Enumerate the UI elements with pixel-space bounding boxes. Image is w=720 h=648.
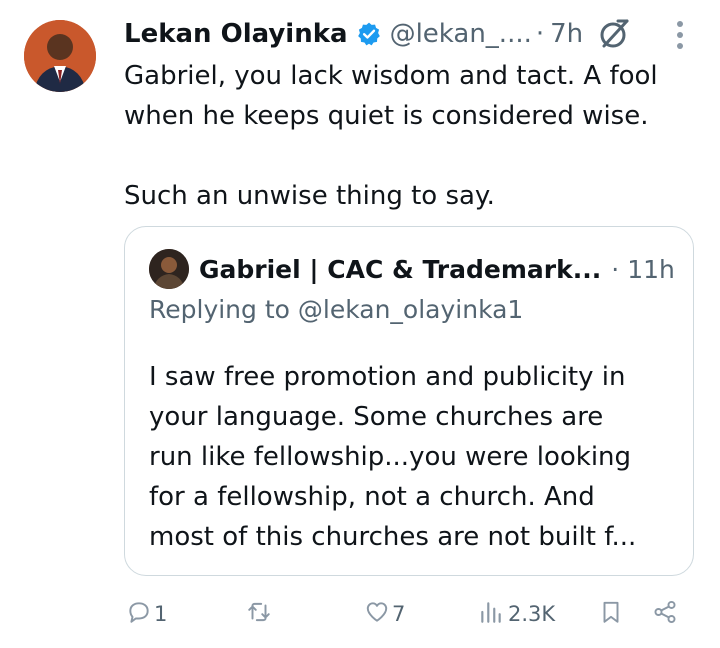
replying-to-label: Replying to @lekan_olayinka1 (149, 295, 524, 324)
reply-count: 1 (154, 602, 168, 626)
share-icon (652, 599, 678, 630)
quoted-author-avatar (149, 249, 189, 289)
grok-icon[interactable] (596, 16, 632, 52)
quoted-tweet-timestamp: 11h (627, 254, 675, 284)
tweet-timestamp[interactable]: 7h (550, 19, 583, 49)
tweet-text-line: when he keeps quiet is considered wise. (124, 101, 649, 131)
quoted-tweet-text: I saw free promotion and publicity in yo… (149, 357, 679, 557)
tweet-text-line: Gabriel, you lack wisdom and tact. A foo… (124, 61, 658, 91)
repost-button[interactable] (246, 594, 274, 634)
heart-icon (364, 599, 390, 630)
repost-icon (246, 599, 272, 630)
author-avatar[interactable] (24, 20, 96, 92)
reply-button[interactable]: 1 (126, 594, 167, 634)
tweet-header: Lekan Olayinka @lekan_.... · 7h (124, 14, 583, 54)
author-handle[interactable]: @lekan_.... (390, 19, 532, 49)
quoted-text-line: run like fellowship...you were looking (149, 442, 632, 472)
like-button[interactable]: 7 (364, 594, 405, 634)
reply-icon (126, 599, 152, 630)
bookmark-icon (598, 599, 624, 630)
quoted-author-name: Gabriel | CAC & Trademark... (199, 254, 602, 284)
quoted-header-separator: · (611, 254, 620, 284)
author-avatar-image (24, 20, 96, 92)
more-vertical-icon[interactable] (668, 18, 692, 52)
header-separator: · (535, 19, 545, 49)
tweet-text: Gabriel, you lack wisdom and tact. A foo… (124, 56, 704, 216)
quoted-text-line: I saw free promotion and publicity in (149, 362, 626, 392)
quoted-text-line: your language. Some churches are (149, 402, 604, 432)
like-count: 7 (392, 602, 406, 626)
views-button[interactable]: 2.3K (478, 594, 555, 634)
views-icon (478, 599, 504, 630)
quoted-text-line: most of this churches are not built f... (149, 522, 637, 552)
bookmark-button[interactable] (598, 594, 624, 634)
verified-badge-icon (356, 21, 382, 47)
view-count: 2.3K (508, 602, 556, 626)
quoted-tweet-header: Gabriel | CAC & Trademark... · 11h (199, 249, 675, 289)
tweet-text-line: Such an unwise thing to say. (124, 181, 495, 211)
quoted-tweet-card[interactable]: Gabriel | CAC & Trademark... · 11h Reply… (124, 226, 694, 576)
author-name[interactable]: Lekan Olayinka (124, 19, 348, 49)
tweet-action-bar: 1 7 2.3K (0, 594, 720, 634)
share-button[interactable] (652, 594, 678, 634)
quoted-text-line: for a fellowship, not a church. And (149, 482, 595, 512)
